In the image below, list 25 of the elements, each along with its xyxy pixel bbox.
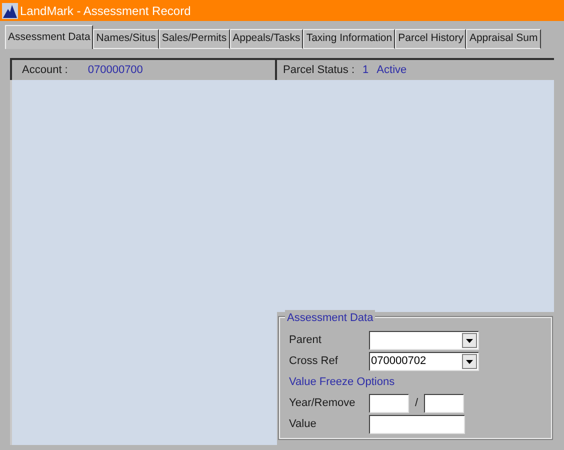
tab[interactable]: Sales/Permits [158,29,230,49]
year-field[interactable] [369,394,409,413]
tab[interactable]: Appraisal Sum [466,29,541,49]
dropdown-field[interactable]: 070000702 [369,352,479,371]
field-label: Year/Remove [289,396,356,412]
field-label: Value [289,417,318,432]
account-label: Account : [22,62,68,78]
field-label: Parent [289,333,322,348]
status-text: Active [376,62,407,78]
status-label: Parcel Status : [283,62,355,78]
tab[interactable]: Parcel History [395,29,466,49]
separator-text: / [415,396,418,412]
tab[interactable]: Taxing Information [303,29,396,49]
status-code: 1 [362,62,369,78]
app-logo-icon [2,2,18,18]
dropdown-field[interactable] [369,331,479,350]
field-label: Cross Ref [289,354,339,370]
section-heading: Value Freeze Options [289,375,396,390]
value-field[interactable] [369,415,465,434]
tab[interactable]: Names/Situs [93,29,159,49]
tab[interactable]: Appeals/Tasks [230,29,304,49]
tab[interactable]: Assessment Data [5,25,94,49]
window-title: LandMark - Assessment Record [20,2,191,20]
account-number: 070000700 [88,62,143,78]
remove-field[interactable] [424,394,464,413]
